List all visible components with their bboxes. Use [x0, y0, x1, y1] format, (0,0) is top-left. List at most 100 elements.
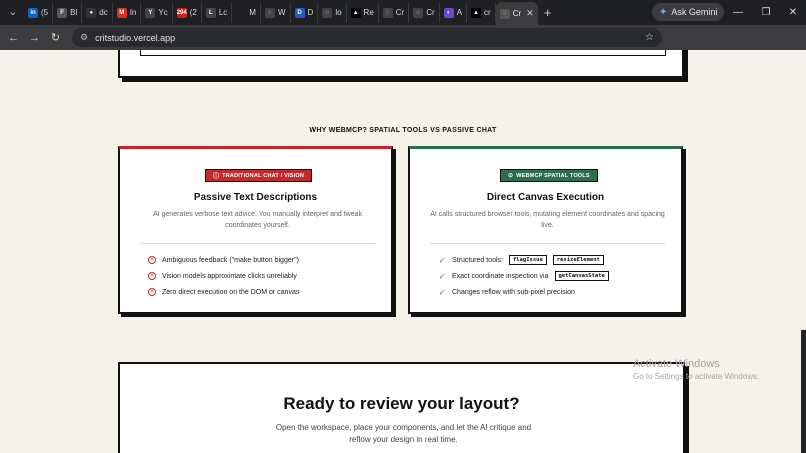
divider	[430, 243, 665, 244]
browser-tab[interactable]: 294 (2	[173, 2, 202, 23]
browser-tab-label: Cr	[426, 8, 435, 17]
tab-list: in (5 F Bl ● dc M In Y Yc 294 (2 L Lc M ◌ W D D ◌ lo ▲ Re ◌ Cr ◌ C…	[24, 0, 496, 25]
list-item-text: Changes reflow with sub-pixel precision	[452, 288, 575, 296]
page-viewport: WHY WEBMCP? SPATIAL TOOLS VS PASSIVE CHA…	[0, 50, 806, 453]
vercel-icon: ▲	[350, 7, 361, 18]
code-getcanvasstate: getCanvasState	[554, 271, 609, 281]
maximize-window-icon[interactable]: ❐	[752, 0, 780, 25]
x-circle-icon: ✕	[148, 256, 156, 264]
list-item: ✕ Vision models approximate clicks unrel…	[148, 268, 378, 284]
browser-tab-label: Cr	[395, 8, 405, 17]
list-item: ✓ Exact coordinate inspection via getCan…	[438, 268, 668, 284]
cta-title: Ready to review your layout?	[283, 394, 520, 413]
url-text[interactable]: critstudio.vercel.app	[95, 33, 175, 43]
cta-description: Open the workspace, place your component…	[275, 423, 532, 444]
browser-tab-label: (2	[189, 8, 197, 17]
list-item: ✕ Ambiguous feedback ("make button bigge…	[148, 252, 378, 268]
address-bar[interactable]: ⚙ critstudio.vercel.app ☆	[72, 28, 662, 47]
activate-windows-subtitle: Go to Settings to activate Windows.	[633, 372, 760, 381]
page-scrollbar[interactable]	[801, 330, 806, 453]
browser-tab-label: cr	[484, 8, 491, 17]
browser-tab[interactable]: ◌ Cr	[379, 2, 410, 23]
browser-tab[interactable]: ◌ W	[261, 2, 291, 23]
activate-windows-watermark: Activate Windows Go to Settings to activ…	[633, 358, 759, 381]
browser-toolbar: ← → ↻ ⚙ critstudio.vercel.app ☆ ✹ ▲ ⧉ ⤓ …	[0, 25, 806, 69]
page-icon	[236, 7, 247, 18]
card-title: Direct Canvas Execution	[486, 192, 605, 203]
close-tab-icon[interactable]: ✕	[526, 8, 534, 19]
traditional-chat-card: ⓘ TRADITIONAL CHAT / VISION Passive Text…	[118, 146, 393, 314]
browser-tab[interactable]: ● dc	[82, 2, 113, 23]
browser-tab[interactable]: M	[232, 2, 261, 23]
webmcp-tools-card: ⊙ WEBMCP SPATIAL TOOLS Direct Canvas Exe…	[408, 146, 683, 314]
code-resizeelement: resizeElement	[552, 255, 604, 265]
gmail-icon: M	[116, 7, 127, 18]
x-circle-icon: ✕	[148, 272, 156, 280]
globe-icon: ◌	[264, 7, 275, 18]
browser-tab[interactable]: ▲ cr	[467, 2, 496, 23]
back-arrow-icon[interactable]: ←	[3, 27, 24, 48]
checkmark-icon: ✓	[438, 271, 446, 281]
gemini-spark-icon: ✦	[659, 6, 668, 18]
browser-tab-label: dc	[99, 8, 108, 17]
card-description: AI calls structured browser tools, mutat…	[430, 211, 665, 229]
cta-card: Ready to review your layout? Open the wo…	[118, 362, 685, 453]
browser-tab[interactable]: ▲ Re	[347, 2, 379, 23]
browser-tab[interactable]: L Lc	[202, 2, 233, 23]
browser-tab[interactable]: Y Yc	[141, 2, 173, 23]
page-icon: L	[205, 7, 216, 18]
tab-search-chevron-icon[interactable]: ⌄	[2, 2, 24, 24]
minimize-window-icon[interactable]: —	[724, 0, 752, 25]
site-settings-icon[interactable]: ⚙	[80, 32, 88, 43]
forward-arrow-icon[interactable]: →	[24, 27, 45, 48]
close-window-icon[interactable]: ✕	[779, 0, 806, 25]
page-icon: ◐	[443, 7, 454, 18]
list-item-text: Zero direct execution on the DOM or canv…	[162, 288, 300, 296]
divider	[140, 243, 375, 244]
drawback-list: ✕ Ambiguous feedback ("make button bigge…	[148, 252, 378, 300]
browser-tab-label: In	[129, 8, 137, 17]
card-description: AI generates verbose text advice. You ma…	[153, 211, 362, 229]
checkmark-icon: ✓	[438, 287, 446, 297]
browser-tab-label: D	[307, 8, 314, 17]
badge-label: TRADITIONAL CHAT / VISION	[222, 172, 304, 179]
webmcp-tools-badge: ⊙ WEBMCP SPATIAL TOOLS	[500, 169, 598, 182]
activate-windows-title: Activate Windows	[633, 358, 720, 370]
tab-active[interactable]: ◌ Cr ✕	[495, 2, 538, 25]
browser-tab-label: W	[277, 8, 286, 17]
github-icon: ●	[86, 7, 97, 18]
globe-icon: ◌	[499, 8, 510, 19]
browser-tab[interactable]: ◌ lo	[318, 2, 347, 23]
linkedin-icon: in	[28, 7, 38, 18]
ask-gemini-button[interactable]: ✦ Ask Gemini	[652, 3, 725, 21]
list-item: ✓ Structured tools: flagIssue resizeElem…	[438, 252, 668, 268]
check-circle-icon: ⊙	[508, 173, 514, 179]
browser-tab[interactable]: DD	[291, 2, 319, 23]
browser-tab-label: Yc	[158, 8, 168, 17]
badge-icon: 294	[176, 7, 187, 18]
page-icon: Y	[145, 7, 156, 18]
info-circle-icon: ⓘ	[213, 174, 220, 180]
browser-tab-label: lo	[335, 8, 342, 17]
browser-tab[interactable]: in (5	[24, 2, 54, 23]
browser-tab-strip: ⌄ in (5 F Bl ● dc M In Y Yc 294 (2 L Lc M ◌ W D D ◌ lo ▲ Re ◌ Cr…	[0, 0, 806, 25]
section-heading: WHY WEBMCP? SPATIAL TOOLS VS PASSIVE CHA…	[309, 127, 497, 134]
list-item: ✕ Zero direct execution on the DOM or ca…	[148, 284, 378, 300]
list-item-text: Structured tools:	[452, 256, 503, 264]
browser-tab[interactable]: ◐ A	[440, 2, 468, 23]
browser-tab[interactable]: M In	[113, 2, 142, 23]
globe-icon: ◌	[382, 7, 393, 18]
bookmark-star-icon[interactable]: ☆	[645, 32, 654, 43]
new-tab-button[interactable]: +	[538, 5, 558, 20]
traditional-chat-badge: ⓘ TRADITIONAL CHAT / VISION	[205, 169, 312, 182]
benefit-list: ✓ Structured tools: flagIssue resizeElem…	[438, 252, 668, 300]
reload-icon[interactable]: ↻	[45, 27, 66, 48]
globe-icon: ◌	[322, 7, 333, 18]
browser-tab-label: A	[456, 8, 463, 17]
tab-active-label: Cr	[512, 9, 522, 18]
ask-gemini-label: Ask Gemini	[671, 7, 718, 17]
browser-tab[interactable]: ◌ Cr	[409, 2, 440, 23]
browser-tab-label: (5	[41, 8, 49, 17]
browser-tab[interactable]: F Bl	[53, 2, 83, 23]
list-item-text: Exact coordinate inspection via	[452, 272, 549, 280]
